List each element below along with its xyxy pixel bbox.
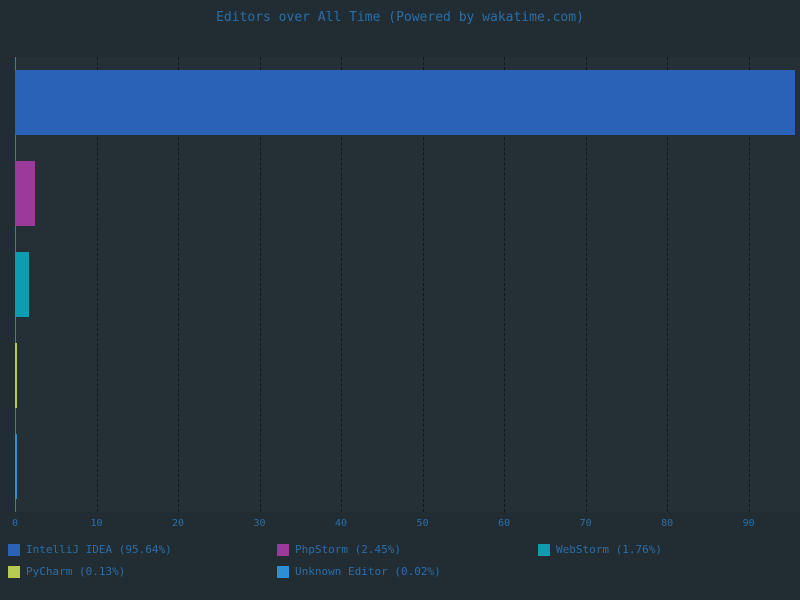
x-tick-label: 90 [742, 518, 755, 529]
x-tick-label: 70 [579, 518, 592, 529]
legend-label: Unknown Editor (0.02%) [295, 565, 441, 578]
bar-phpstorm[interactable] [15, 160, 35, 227]
legend-item[interactable]: PhpStorm (2.45%) [277, 542, 401, 558]
x-tick-label: 60 [498, 518, 511, 529]
bar-unknown-editor[interactable] [15, 433, 17, 500]
editors-bar-chart: Editors over All Time (Powered by wakati… [0, 0, 800, 600]
legend-label: PyCharm (0.13%) [26, 565, 126, 578]
x-tick-label: 0 [11, 518, 19, 529]
bar-intellij-idea[interactable] [15, 69, 795, 136]
legend-item[interactable]: IntelliJ IDEA (95.64%) [8, 542, 172, 558]
x-tick-label: 40 [335, 518, 348, 529]
x-tick-label: 30 [253, 518, 266, 529]
legend-label: PhpStorm (2.45%) [295, 543, 401, 556]
x-axis: 0 10 20 30 40 50 60 70 80 90 [0, 512, 800, 534]
bars-layer [15, 57, 800, 512]
x-tick-label: 10 [90, 518, 103, 529]
legend-swatch-icon [538, 544, 550, 556]
legend-label: WebStorm (1.76%) [556, 543, 662, 556]
legend-swatch-icon [277, 566, 289, 578]
x-tick-label: 50 [416, 518, 429, 529]
x-tick-label: 80 [661, 518, 674, 529]
chart-title: Editors over All Time (Powered by wakati… [216, 10, 584, 25]
legend-item[interactable]: WebStorm (1.76%) [538, 542, 662, 558]
bar-webstorm[interactable] [15, 251, 30, 318]
x-tick-label: 20 [172, 518, 185, 529]
bar-pycharm[interactable] [15, 342, 17, 409]
chart-legend: IntelliJ IDEA (95.64%) PhpStorm (2.45%) We… [0, 538, 800, 588]
legend-item[interactable]: PyCharm (0.13%) [8, 564, 125, 580]
legend-label: IntelliJ IDEA (95.64%) [26, 543, 172, 556]
legend-swatch-icon [277, 544, 289, 556]
legend-item[interactable]: Unknown Editor (0.02%) [277, 564, 441, 580]
legend-swatch-icon [8, 544, 20, 556]
legend-swatch-icon [8, 566, 20, 578]
